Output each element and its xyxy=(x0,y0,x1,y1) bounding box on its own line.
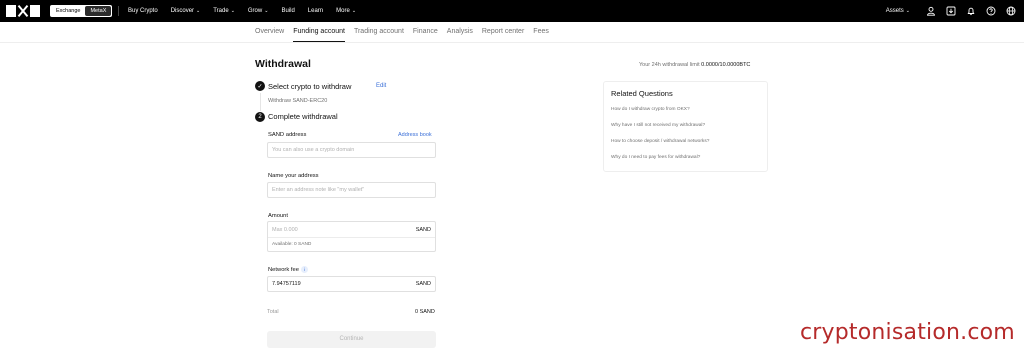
tab-analysis[interactable]: Analysis xyxy=(447,22,473,42)
withdrawal-limit-value: 0.0000/10.0000BTC xyxy=(701,62,751,68)
amount-unit: SAND xyxy=(415,227,431,233)
watermark: cryptonisation.com xyxy=(800,320,1015,345)
amount-field: Max 0.000 SAND Available: 0 SAND xyxy=(267,221,436,252)
network-fee-unit: SAND xyxy=(415,281,431,287)
related-question-link[interactable]: How to choose deposit / withdrawal netwo… xyxy=(611,139,760,144)
nav-menu: Buy Crypto Discover ⌄ Trade ⌄ Grow ⌄ Build … xyxy=(128,0,369,22)
switch-exchange[interactable]: Exchange xyxy=(51,6,86,16)
amount-input[interactable]: Max 0.000 SAND xyxy=(268,222,435,238)
continue-button[interactable]: Continue xyxy=(267,331,436,348)
related-questions-panel: Related Questions How do I withdraw cryp… xyxy=(603,81,768,172)
tab-report-center[interactable]: Report center xyxy=(482,22,524,42)
globe-icon[interactable] xyxy=(1006,6,1016,16)
info-icon[interactable]: i xyxy=(300,266,308,273)
address-book-link[interactable]: Address book xyxy=(398,132,432,138)
switch-metax[interactable]: MetaX xyxy=(85,6,112,16)
step-number-icon: 2 xyxy=(255,112,265,122)
tab-funding-account[interactable]: Funding account xyxy=(293,22,345,42)
network-fee-field: 7.94757119 SAND xyxy=(267,276,436,292)
download-icon[interactable] xyxy=(946,6,956,16)
step2-title: Complete withdrawal xyxy=(268,112,338,121)
page-title: Withdrawal xyxy=(255,58,311,70)
withdrawal-limit: Your 24h withdrawal limit 0.0000/10.0000… xyxy=(639,62,750,68)
nav-item-learn[interactable]: Learn xyxy=(308,8,323,14)
selected-crypto: Withdraw SAND-ERC20 xyxy=(268,98,328,104)
tabs-divider xyxy=(0,42,1024,43)
step1-title: Select crypto to withdraw xyxy=(268,82,352,91)
network-fee-value: 7.94757119 xyxy=(272,281,301,287)
related-question-link[interactable]: How do I withdraw crypto from OKX? xyxy=(611,107,760,112)
withdrawal-limit-label: Your 24h withdrawal limit xyxy=(639,62,700,68)
step-connector xyxy=(260,93,261,111)
address-label: SAND address xyxy=(268,132,307,138)
chevron-down-icon: ⌄ xyxy=(230,8,235,14)
amount-label: Amount xyxy=(268,213,288,219)
nav-separator xyxy=(118,6,119,16)
tab-trading-account[interactable]: Trading account xyxy=(354,22,404,42)
network-fee-label-text: Network fee xyxy=(268,267,299,274)
chevron-down-icon: ⌄ xyxy=(264,8,269,14)
nav-item-build[interactable]: Build xyxy=(281,8,294,14)
amount-placeholder: Max 0.000 xyxy=(272,227,298,233)
nav-item-more[interactable]: More ⌄ xyxy=(336,8,356,14)
total-label: Total xyxy=(267,309,279,315)
okx-logo[interactable] xyxy=(6,5,40,17)
related-question-link[interactable]: Why do I need to pay fees for withdrawal… xyxy=(611,155,760,160)
nav-right: Assets ⌄ xyxy=(886,0,1016,22)
address-name-label: Name your address xyxy=(268,173,319,179)
account-tabs: Overview Funding account Trading account… xyxy=(255,22,558,42)
chevron-down-icon: ⌄ xyxy=(196,8,201,14)
platform-switcher[interactable]: Exchange MetaX xyxy=(50,5,113,17)
tab-finance[interactable]: Finance xyxy=(413,22,438,42)
help-icon[interactable] xyxy=(986,6,996,16)
tab-fees[interactable]: Fees xyxy=(533,22,549,42)
nav-item-grow[interactable]: Grow ⌄ xyxy=(248,8,269,14)
chevron-down-icon: ⌄ xyxy=(351,8,357,14)
related-question-link[interactable]: Why have I still not received my withdra… xyxy=(611,123,760,128)
total-value: 0 SAND xyxy=(415,309,435,315)
step-complete-icon: ✓ xyxy=(255,81,265,91)
assets-menu[interactable]: Assets ⌄ xyxy=(886,8,910,14)
user-icon[interactable] xyxy=(926,6,936,16)
available-balance: Available: 0 SAND xyxy=(272,242,312,247)
network-fee-label: Network fee i xyxy=(268,266,308,273)
nav-item-trade[interactable]: Trade ⌄ xyxy=(213,8,235,14)
address-name-input[interactable]: Enter an address note like "my wallet" xyxy=(267,182,436,198)
top-nav: Exchange MetaX Buy Crypto Discover ⌄ Trad… xyxy=(0,0,1024,22)
tab-overview[interactable]: Overview xyxy=(255,22,284,42)
edit-link[interactable]: Edit xyxy=(376,83,386,89)
related-questions-title: Related Questions xyxy=(611,89,673,98)
nav-item-discover[interactable]: Discover ⌄ xyxy=(171,8,201,14)
nav-item-buy-crypto[interactable]: Buy Crypto xyxy=(128,8,158,14)
chevron-down-icon: ⌄ xyxy=(905,8,910,14)
bell-icon[interactable] xyxy=(966,6,976,16)
address-input[interactable]: You can also use a crypto domain xyxy=(267,142,436,158)
